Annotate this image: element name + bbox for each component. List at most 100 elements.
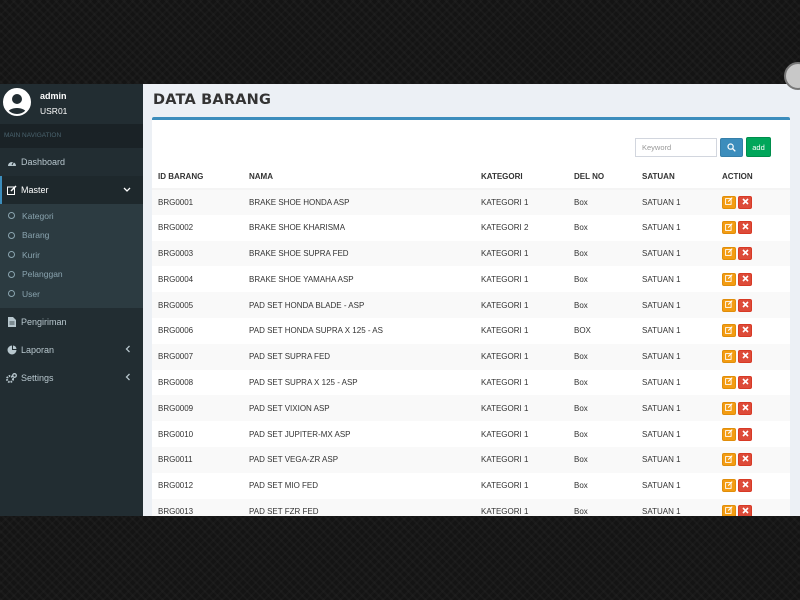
- cell-kategori: KATEGORI 1: [481, 352, 529, 362]
- sidebar-item-laporan[interactable]: Laporan: [0, 336, 143, 364]
- table-row: BRG0012 PAD SET MIO FED KATEGORI 1 Box SATUA…: [152, 473, 790, 499]
- cell-satuan: SATUAN 1: [642, 300, 681, 310]
- edit-button[interactable]: [722, 298, 736, 312]
- table-header-row: ID BARANG NAMA KATEGORI DEL NO SATUAN AC…: [152, 165, 790, 190]
- sidebar-item-pengiriman[interactable]: Pengiriman: [0, 308, 143, 336]
- edit-icon: [725, 300, 733, 310]
- close-icon: [741, 404, 749, 413]
- cell-satuan: SATUAN 1: [642, 377, 681, 387]
- delete-button[interactable]: [738, 350, 752, 364]
- cell-del-no: Box: [574, 300, 588, 310]
- cell-id: BRG0006: [158, 326, 194, 336]
- delete-button[interactable]: [738, 479, 752, 493]
- sidebar-item-master[interactable]: Master: [0, 176, 143, 204]
- cell-kategori: KATEGORI 1: [481, 481, 529, 491]
- user-id: USR01: [40, 106, 68, 116]
- cell-kategori: KATEGORI 1: [481, 429, 529, 439]
- edit-button[interactable]: [722, 272, 736, 286]
- delete-button[interactable]: [738, 272, 752, 286]
- sidebar-subitem-barang[interactable]: Barang: [0, 226, 143, 246]
- page-title: DATA BARANG: [153, 92, 272, 108]
- cell-kategori: KATEGORI 1: [481, 506, 529, 516]
- edit-button[interactable]: [722, 401, 736, 415]
- sidebar-subitem-kategori[interactable]: Kategori: [0, 206, 143, 226]
- edit-icon: [725, 480, 733, 491]
- edit-button[interactable]: [722, 350, 736, 364]
- column-header[interactable]: DEL NO: [568, 165, 636, 190]
- edit-icon: [725, 248, 733, 258]
- cell-id: BRG0008: [158, 377, 194, 387]
- delete-button[interactable]: [738, 298, 752, 312]
- cell-satuan: SATUAN 1: [642, 455, 681, 465]
- edit-button[interactable]: [722, 427, 736, 441]
- cell-id: BRG0011: [158, 455, 193, 465]
- column-header[interactable]: ID BARANG: [152, 165, 243, 190]
- close-icon: [741, 326, 749, 335]
- cell-satuan: SATUAN 1: [642, 481, 681, 491]
- edit-button[interactable]: [722, 504, 736, 516]
- cell-action: [716, 266, 790, 292]
- delete-button[interactable]: [738, 246, 752, 260]
- sidebar-item-label: Pengiriman: [21, 316, 67, 327]
- search-input[interactable]: [635, 138, 717, 157]
- sidebar-subitem-label: User: [22, 288, 40, 299]
- close-icon: [741, 249, 749, 258]
- close-icon: [741, 429, 749, 439]
- edit-icon: [725, 429, 733, 439]
- edit-icon: [6, 185, 17, 196]
- delete-button[interactable]: [738, 504, 752, 516]
- table-row: BRG0011 PAD SET VEGA-ZR ASP KATEGORI 1 Box S…: [152, 446, 790, 473]
- cell-satuan: SATUAN 1: [642, 197, 681, 207]
- delete-button[interactable]: [738, 375, 752, 389]
- close-icon: [741, 507, 749, 516]
- cell-id: BRG0009: [158, 403, 194, 413]
- edit-button[interactable]: [722, 375, 736, 389]
- column-header[interactable]: KATEGORI: [475, 165, 568, 190]
- cell-satuan: SATUAN 1: [642, 274, 681, 284]
- table-row: BRG0008 PAD SET SUPRA X 125 - ASP KATEGORI…: [152, 370, 790, 396]
- nav-header: MAIN NAVIGATION: [0, 124, 143, 148]
- search-button[interactable]: [720, 138, 743, 157]
- edit-button[interactable]: [722, 324, 736, 338]
- sidebar-subitem-user[interactable]: User: [0, 284, 143, 304]
- cell-id: BRG0003: [158, 248, 194, 258]
- cogs-icon: [6, 372, 17, 383]
- sidebar-subitem-kurir[interactable]: Kurir: [0, 245, 143, 265]
- dashboard-icon: [6, 157, 17, 168]
- add-button[interactable]: add: [746, 137, 771, 157]
- data-table: ID BARANG NAMA KATEGORI DEL NO SATUAN AC…: [152, 165, 790, 516]
- cell-action: [716, 370, 790, 396]
- edit-button[interactable]: [722, 221, 736, 235]
- sidebar-item-dashboard[interactable]: Dashboard: [0, 148, 143, 176]
- sidebar-item-label: Master: [21, 185, 49, 195]
- edit-icon: [725, 222, 733, 233]
- edit-button[interactable]: [722, 246, 736, 260]
- sidebar-item-settings[interactable]: Settings: [0, 364, 143, 392]
- edit-icon: [725, 274, 733, 284]
- close-icon: [741, 378, 749, 387]
- column-header[interactable]: NAMA: [243, 165, 475, 190]
- delete-button[interactable]: [738, 221, 752, 235]
- sidebar-subitem-pelanggan[interactable]: Pelanggan: [0, 265, 143, 285]
- table-row: BRG0013 PAD SET FZR FED KATEGORI 1 Box SATUA…: [152, 498, 790, 516]
- chevron-left-icon: [125, 373, 131, 383]
- table-row: BRG0001 BRAKE SHOE HONDA ASP KATEGORI 1 Box…: [152, 189, 790, 215]
- delete-button[interactable]: [738, 427, 752, 441]
- delete-button[interactable]: [738, 453, 752, 467]
- sidebar-item-label: Laporan: [21, 344, 55, 355]
- delete-button[interactable]: [738, 324, 752, 338]
- chevron-left-icon: [125, 345, 131, 355]
- cell-kategori: KATEGORI 2: [481, 223, 529, 233]
- cell-id: BRG0010: [158, 429, 194, 439]
- edit-button[interactable]: [722, 195, 736, 209]
- cell-action: [716, 241, 790, 267]
- search-icon: [727, 139, 736, 157]
- delete-button[interactable]: [738, 195, 752, 209]
- sidebar: admin USR01 MAIN NAVIGATION Dashboard Ma…: [0, 84, 143, 516]
- column-header[interactable]: SATUAN: [636, 165, 716, 190]
- cell-nama: PAD SET SUPRA X 125 - ASP: [249, 377, 358, 387]
- cell-id: BRG0013: [158, 506, 194, 516]
- edit-button[interactable]: [722, 479, 736, 493]
- edit-button[interactable]: [722, 453, 736, 467]
- delete-button[interactable]: [738, 401, 752, 415]
